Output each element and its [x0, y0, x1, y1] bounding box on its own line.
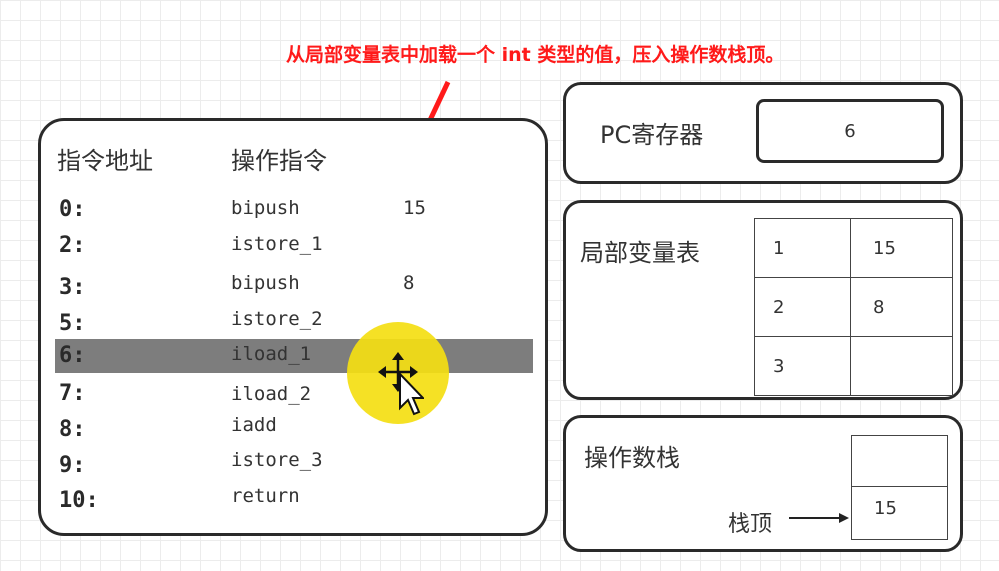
stack-slot-value: 15 [874, 498, 897, 519]
instruction-address: 9: [59, 453, 86, 478]
pc-register-panel: PC寄存器 6 [563, 82, 963, 184]
local-variable-table-panel: 局部变量表 1 15 2 8 3 [563, 200, 963, 400]
instruction-op: bipush [231, 272, 300, 294]
instruction-address: 0: [59, 197, 86, 222]
move-cursor-icon [378, 352, 424, 416]
instruction-address: 6: [59, 343, 86, 368]
instruction-address: 3: [59, 275, 86, 300]
instruction-op: bipush [231, 197, 300, 219]
pc-register-value: 6 [756, 99, 944, 163]
stack-top-arrow-icon [789, 513, 849, 523]
lvt-row: 3 [754, 336, 953, 396]
instruction-address: 8: [59, 417, 86, 442]
lvt-value: 15 [850, 218, 953, 278]
header-address: 指令地址 [57, 147, 153, 175]
lvt-row: 1 15 [754, 218, 953, 278]
lvt-index: 3 [754, 336, 851, 396]
instruction-address: 2: [59, 233, 86, 258]
instruction-op: iload_2 [231, 383, 312, 405]
stack-top-label: 栈顶 [728, 512, 773, 537]
lvt-index: 2 [754, 277, 851, 337]
operand-stack: 15 [851, 435, 948, 540]
instruction-op: iload_1 [231, 343, 312, 365]
lvt-index: 1 [754, 218, 851, 278]
instruction-address: 5: [59, 311, 86, 336]
operand-stack-label: 操作数栈 [584, 444, 680, 472]
instruction-arg: 15 [403, 197, 426, 219]
header-instruction: 操作指令 [231, 147, 327, 175]
stack-divider [852, 486, 947, 487]
lvt-row: 2 8 [754, 277, 953, 337]
local-variable-table: 1 15 2 8 3 [754, 218, 953, 396]
lvt-value: 8 [850, 277, 953, 337]
instruction-op: iadd [231, 414, 277, 436]
pc-register-label: PC寄存器 [600, 121, 704, 149]
instruction-op: istore_2 [231, 308, 323, 330]
instruction-address: 10: [59, 488, 99, 513]
instruction-op: istore_3 [231, 449, 323, 471]
instruction-panel: 指令地址 操作指令 0: bipush 15 2: istore_1 3: bi… [38, 118, 548, 536]
instruction-op: return [231, 485, 300, 507]
instruction-address: 7: [59, 381, 86, 406]
instruction-op: istore_1 [231, 233, 323, 255]
instruction-arg: 8 [403, 272, 415, 294]
local-variable-table-label: 局部变量表 [580, 239, 700, 267]
lvt-value [850, 336, 953, 396]
operand-stack-panel: 操作数栈 15 栈顶 [563, 415, 963, 552]
